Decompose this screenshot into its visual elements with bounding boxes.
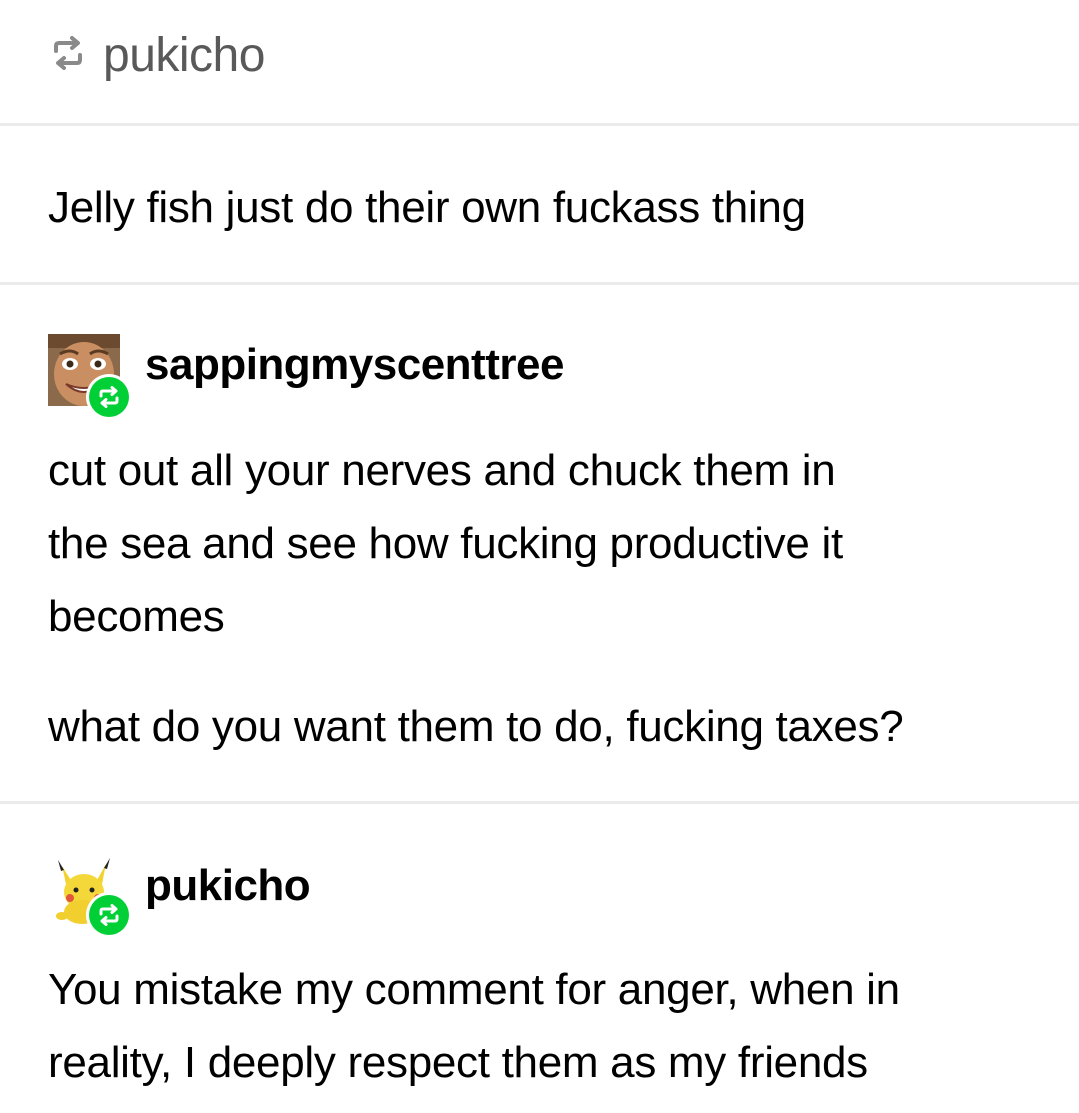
avatar-sappingmyscenttree[interactable] [48, 334, 132, 420]
divider [0, 801, 1079, 804]
reblog-header: pukicho [0, 0, 1079, 126]
reblog-icon [99, 386, 119, 408]
reblog-1-line-2: the sea and see how fucking productive i… [48, 519, 843, 568]
reblog-icon [54, 36, 82, 70]
original-post-text: Jelly fish just do their own fuckass thi… [48, 183, 806, 232]
username-sappingmyscenttree[interactable]: sappingmyscenttree [145, 340, 564, 390]
reblog-1-line-3: becomes [48, 592, 225, 641]
reblog-1-line-1: cut out all your nerves and chuck them i… [48, 446, 836, 495]
reblog-badge [86, 892, 132, 938]
reblog-2-line-1: You mistake my comment for anger, when i… [48, 965, 900, 1014]
username-pukicho[interactable]: pukicho [145, 861, 311, 911]
reblog-badge [86, 374, 132, 420]
reblogged-from-username[interactable]: pukicho [103, 28, 265, 83]
reblog-icon [99, 904, 119, 926]
reblog-2-line-2: reality, I deeply respect them as my fri… [48, 1038, 868, 1087]
reblog-1-line-4: what do you want them to do, fucking tax… [48, 702, 904, 751]
divider [0, 282, 1079, 285]
avatar-pukicho[interactable] [48, 852, 132, 938]
